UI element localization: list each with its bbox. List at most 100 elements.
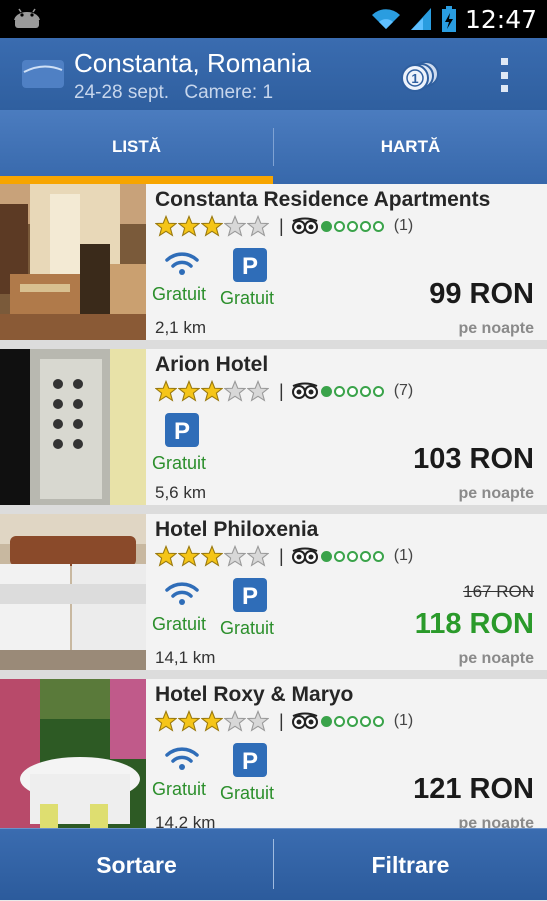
tripadvisor-dots (320, 220, 384, 232)
star-rating (155, 545, 269, 567)
hotel-row[interactable]: Hotel Philoxenia | (1) Gratuit P Gratuit… (0, 514, 547, 670)
amenity-label: Gratuit (152, 614, 207, 634)
star-empty-icon (224, 710, 246, 732)
hotel-row[interactable]: Constanta Residence Apartments | (1) Gra… (0, 184, 547, 340)
star-filled-icon (155, 710, 177, 732)
distance: 2,1 km (155, 318, 207, 337)
wifi-icon (165, 252, 199, 275)
overflow-menu-icon[interactable] (494, 58, 514, 92)
review-count: (1) (393, 217, 414, 234)
star-filled-icon (155, 380, 177, 402)
hotel-name[interactable]: Arion Hotel (155, 353, 268, 377)
amenity-label: Gratuit (220, 618, 275, 638)
star-rating (155, 215, 269, 237)
parking-icon: P (233, 578, 267, 612)
star-rating (155, 380, 269, 402)
star-filled-icon (201, 215, 223, 237)
tab-map[interactable]: HARTĂ (274, 110, 547, 184)
app-logo[interactable] (22, 60, 64, 88)
tripadvisor-owl-icon (291, 712, 318, 729)
hotel-rating: | (1) (155, 544, 413, 568)
amenity-wifi: Gratuit (152, 743, 212, 800)
amenity-label: Gratuit (152, 284, 207, 304)
rooms-count: Camere: 1 (184, 82, 274, 103)
star-filled-icon (178, 710, 200, 732)
rating-dot-empty (346, 715, 358, 727)
date-range: 24-28 sept. (74, 82, 170, 103)
rating-dot-empty (346, 385, 358, 397)
status-bar: 12:47 (0, 0, 547, 38)
action-bar-title[interactable]: Constanta, Romania (74, 48, 311, 79)
rating-dot-empty (346, 220, 358, 232)
tripadvisor-rating (291, 382, 384, 400)
hotel-name[interactable]: Hotel Philoxenia (155, 518, 318, 542)
rating-dot-empty (359, 550, 371, 562)
hotel-row[interactable]: Hotel Roxy & Maryo | (1) Gratuit P Gratu… (0, 679, 547, 828)
cell-signal-icon (410, 8, 431, 30)
hotel-photo (0, 679, 146, 828)
hotel-name[interactable]: Constanta Residence Apartments (155, 188, 490, 212)
tripadvisor-rating (291, 547, 384, 565)
tripadvisor-dots (320, 715, 384, 727)
star-empty-icon (247, 215, 269, 237)
price-note: pe noapte (458, 650, 534, 667)
rating-dot-empty (359, 715, 371, 727)
star-empty-icon (247, 380, 269, 402)
tripadvisor-dots (320, 385, 384, 397)
hotel-rating: | (7) (155, 379, 413, 403)
star-filled-icon (178, 545, 200, 567)
sort-button[interactable]: Sortare (0, 829, 273, 901)
price: 121 RON (413, 773, 534, 805)
rating-dot-empty (333, 715, 345, 727)
filter-button[interactable]: Filtrare (274, 829, 547, 901)
tab-list[interactable]: LISTĂ (0, 110, 273, 184)
star-empty-icon (224, 215, 246, 237)
star-filled-icon (201, 380, 223, 402)
star-empty-icon (247, 545, 269, 567)
bottom-action-bar: Sortare Filtrare (0, 828, 547, 900)
tripadvisor-owl-icon (291, 217, 318, 234)
svg-text:P: P (242, 253, 258, 280)
tripadvisor-owl-icon (291, 382, 318, 399)
amenity-label: Gratuit (152, 779, 207, 799)
review-count: (7) (393, 382, 414, 399)
rating-dot-empty (346, 550, 358, 562)
rating-dot-filled (320, 385, 332, 397)
distance: 14,1 km (155, 648, 216, 667)
rating-dot-empty (359, 220, 371, 232)
hotel-list[interactable]: Constanta Residence Apartments | (1) Gra… (0, 184, 547, 828)
hotel-row[interactable]: Arion Hotel | (7) P Gratuit 5,6 km 103 R… (0, 349, 547, 505)
price-note: pe noapte (458, 485, 534, 502)
review-count: (1) (393, 712, 414, 729)
star-filled-icon (155, 545, 177, 567)
star-filled-icon (155, 215, 177, 237)
hotel-name[interactable]: Hotel Roxy & Maryo (155, 683, 353, 707)
rating-dot-filled (320, 550, 332, 562)
svg-text:P: P (242, 583, 258, 610)
review-count: (1) (393, 547, 414, 564)
parking-icon: P (233, 248, 267, 282)
tripadvisor-dots (320, 550, 384, 562)
star-filled-icon (178, 380, 200, 402)
coins-icon[interactable]: 1 (398, 56, 440, 94)
tripadvisor-rating (291, 217, 384, 235)
separator: | (279, 380, 284, 401)
amenity-parking: P Gratuit (220, 248, 280, 309)
parking-icon: P (233, 743, 267, 777)
wifi-icon (165, 747, 199, 770)
star-empty-icon (224, 545, 246, 567)
clock: 12:47 (464, 4, 537, 34)
android-notification-icon (14, 8, 40, 30)
battery-charging-icon (441, 6, 456, 32)
separator: | (279, 710, 284, 731)
action-bar: Constanta, Romania 24-28 sept. Camere: 1… (0, 38, 547, 110)
hotel-rating: | (1) (155, 214, 413, 238)
coins-badge: 1 (411, 71, 418, 86)
discounted-price: 118 RON (414, 608, 534, 640)
price: 103 RON (413, 443, 534, 475)
svg-text:P: P (242, 748, 258, 775)
hotel-rating: | (1) (155, 709, 413, 733)
amenity-label: Gratuit (220, 783, 275, 803)
price: 99 RON (429, 278, 534, 310)
search-summary[interactable]: 24-28 sept. Camere: 1 (74, 82, 283, 104)
